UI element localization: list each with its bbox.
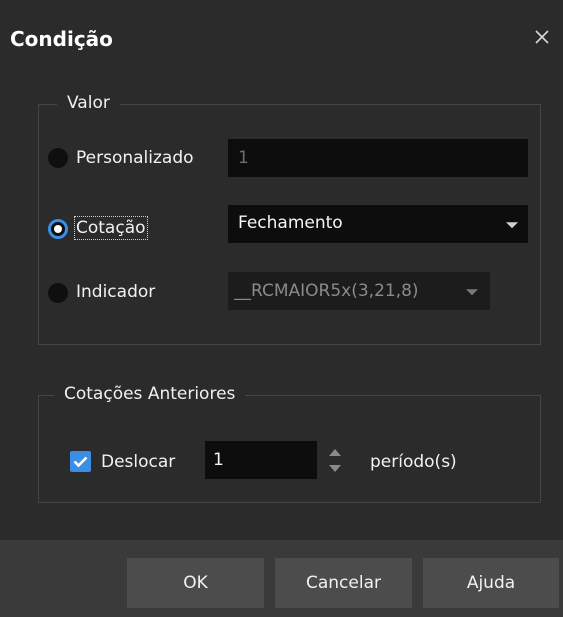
condicao-dialog: Condição Valor Personalizado 1 Cotação F… xyxy=(0,0,563,617)
deslocar-checkbox[interactable] xyxy=(70,451,91,472)
personalizado-input[interactable]: 1 xyxy=(228,139,528,177)
dialog-title: Condição xyxy=(10,27,113,51)
chevron-down-icon xyxy=(506,222,518,229)
ok-button[interactable]: OK xyxy=(127,558,264,608)
cotacoes-anteriores-label: Cotações Anteriores xyxy=(54,384,246,404)
cancelar-button[interactable]: Cancelar xyxy=(275,558,412,608)
cotacao-label[interactable]: Cotação xyxy=(74,216,148,240)
chevron-up-icon[interactable] xyxy=(329,449,341,456)
dialog-footer: OK Cancelar Ajuda xyxy=(0,540,563,617)
close-button[interactable] xyxy=(525,20,559,54)
periodo-label: período(s) xyxy=(370,452,457,472)
chevron-down-icon xyxy=(466,289,478,296)
deslocar-label[interactable]: Deslocar xyxy=(101,452,175,472)
checkmark-icon xyxy=(73,456,88,468)
indicador-label[interactable]: Indicador xyxy=(76,282,155,302)
personalizado-radio[interactable] xyxy=(48,148,68,168)
deslocar-input[interactable]: 1 xyxy=(205,441,317,479)
valor-group-label: Valor xyxy=(57,93,120,113)
deslocar-stepper[interactable] xyxy=(322,441,348,479)
indicador-selected-value: __RCMAIOR5x(3,21,8) xyxy=(234,281,419,301)
indicador-select: __RCMAIOR5x(3,21,8) xyxy=(228,272,490,310)
cotacao-radio[interactable] xyxy=(48,219,68,239)
ajuda-button[interactable]: Ajuda xyxy=(423,558,559,608)
title-bar: Condição xyxy=(0,0,563,78)
indicador-radio[interactable] xyxy=(48,283,68,303)
cotacao-selected-value: Fechamento xyxy=(238,213,343,233)
deslocar-value: 1 xyxy=(213,450,224,470)
personalizado-label[interactable]: Personalizado xyxy=(76,148,194,168)
personalizado-value: 1 xyxy=(238,148,249,168)
cotacao-select[interactable]: Fechamento xyxy=(228,205,528,243)
chevron-down-icon[interactable] xyxy=(329,465,341,472)
close-icon xyxy=(535,30,549,44)
